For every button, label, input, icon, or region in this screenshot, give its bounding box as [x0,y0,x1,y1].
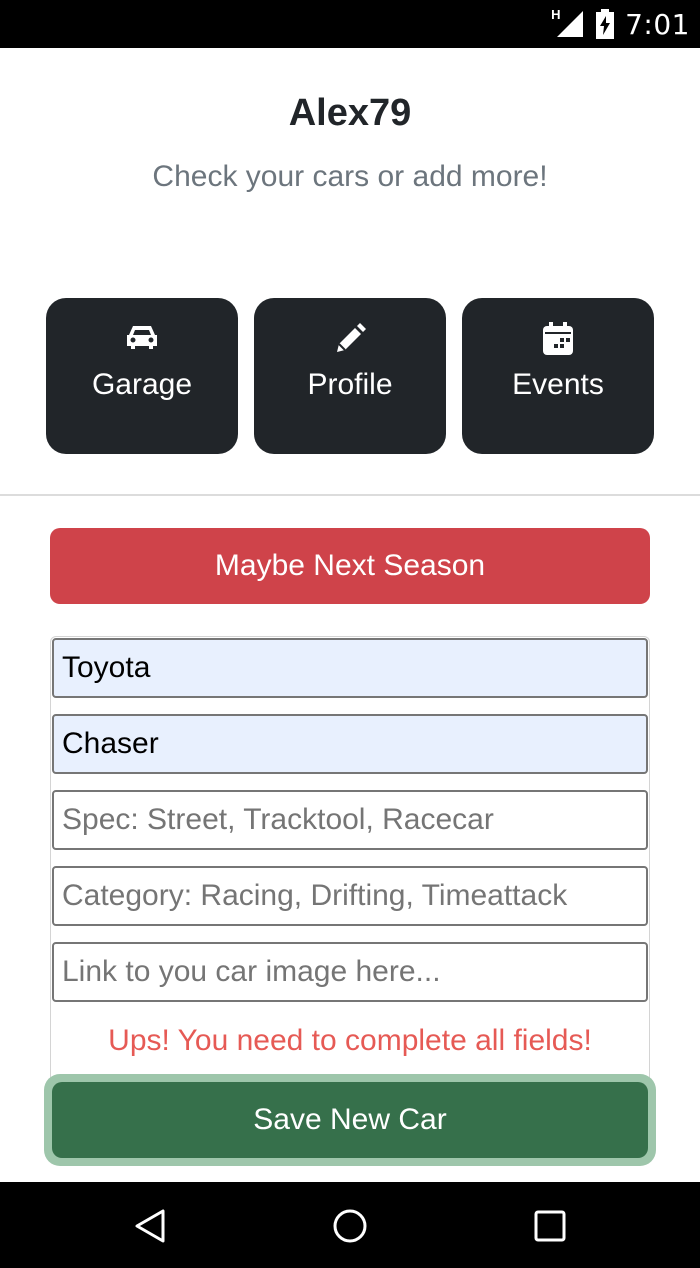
events-label: Events [512,368,604,401]
garage-button[interactable]: Garage [46,298,238,454]
status-bar: H 7:01 [0,0,700,48]
back-icon[interactable] [132,1208,168,1244]
recents-icon[interactable] [532,1208,568,1244]
garage-label: Garage [91,368,193,401]
system-navigation-bar [0,1182,700,1268]
profile-button[interactable]: Profile [254,298,446,454]
divider [0,494,700,496]
clock: 7:01 [625,7,690,41]
tagline: Check your cars or add more! [152,160,548,193]
save-new-car-button[interactable]: Save New Car [52,1082,648,1158]
image-link-field[interactable]: Link to you car image here... [52,942,648,1002]
signal-icon: H [551,7,585,39]
category-field[interactable]: Category: Racing, Drifting, Timeattack [52,866,648,926]
car-icon [46,322,238,356]
validation-error: Ups! You need to complete all fields! [108,1024,592,1057]
profile-label: Profile [307,368,393,401]
network-type-label: H [551,7,561,22]
battery-icon [595,9,615,39]
maybe-next-season-button[interactable]: Maybe Next Season [50,528,650,604]
spec-field[interactable]: Spec: Street, Tracktool, Racecar [52,790,648,850]
home-icon[interactable] [332,1208,368,1244]
model-field[interactable]: Chaser [52,714,648,774]
pencil-icon [254,322,446,356]
calendar-icon [462,322,654,356]
make-field[interactable]: Toyota [52,638,648,698]
username-title: Alex79 [288,92,412,134]
profile-header: Alex79 Check your cars or add more! [0,48,700,248]
main-nav: Garage Profile Events [46,298,654,454]
events-button[interactable]: Events [462,298,654,454]
